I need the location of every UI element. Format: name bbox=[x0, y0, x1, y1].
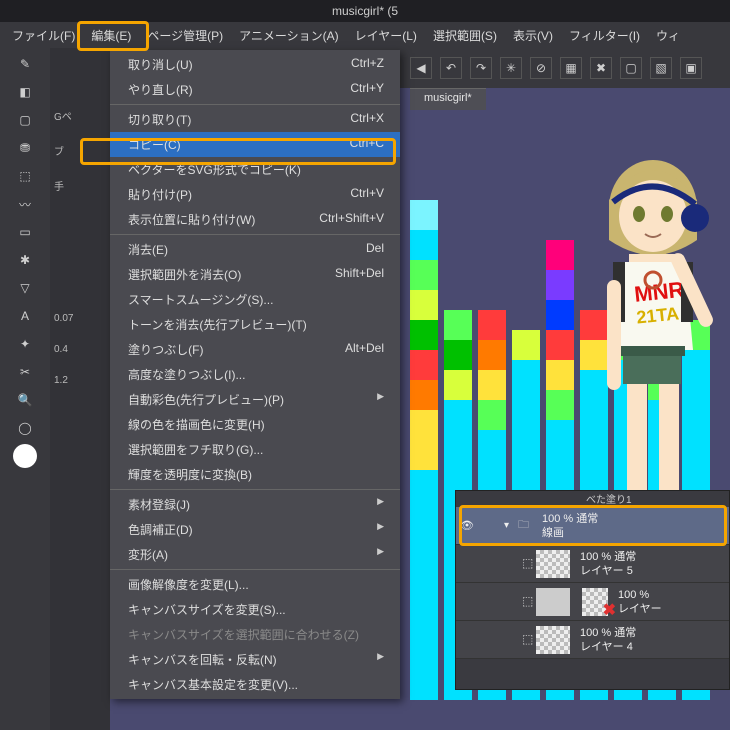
text-tool-icon[interactable]: A bbox=[13, 304, 37, 328]
cube-icon: ⬚ bbox=[522, 632, 533, 646]
wand-tool-icon[interactable]: ✦ bbox=[13, 332, 37, 356]
layer-mask-thumbnail: ✖ bbox=[582, 588, 608, 616]
menu-item-cut[interactable]: 切り取り(T)Ctrl+X bbox=[110, 107, 400, 132]
eraser-tool-icon[interactable]: ◧ bbox=[13, 80, 37, 104]
menu-item-smart-smooth[interactable]: スマートスムージング(S)... bbox=[110, 287, 400, 312]
scissors-tool-icon[interactable]: ✂ bbox=[13, 360, 37, 384]
snap-box-icon[interactable]: ▣ bbox=[680, 57, 702, 79]
snap-diamond-icon[interactable]: ▧ bbox=[650, 57, 672, 79]
menu-item-erase-outside[interactable]: 選択範囲外を消去(O)Shift+Del bbox=[110, 262, 400, 287]
layer-row-5[interactable]: ⬚ 100 % 通常 レイヤー 5 bbox=[456, 545, 729, 583]
menu-layer[interactable]: レイヤー(L) bbox=[347, 23, 425, 48]
spray-tool-icon[interactable]: ✱ bbox=[13, 248, 37, 272]
pen-tool-icon[interactable]: ✎ bbox=[13, 52, 37, 76]
chevron-down-icon[interactable]: ▾ bbox=[504, 520, 518, 531]
menu-item-paste-at[interactable]: 表示位置に貼り付け(W)Ctrl+Shift+V bbox=[110, 207, 400, 232]
menu-filter[interactable]: フィルター(I) bbox=[561, 23, 648, 48]
marquee-tool-icon[interactable]: ▢ bbox=[13, 108, 37, 132]
menu-item-paste[interactable]: 貼り付け(P)Ctrl+V bbox=[110, 182, 400, 207]
prop-value-2: 0.4 bbox=[54, 344, 106, 355]
edit-dropdown-menu: 取り消し(U)Ctrl+Z やり直し(R)Ctrl+Y 切り取り(T)Ctrl+… bbox=[110, 50, 400, 699]
menu-item-color-correction[interactable]: 色調補正(D)▶ bbox=[110, 517, 400, 542]
layer-thumbnail: ⬚ bbox=[536, 588, 570, 616]
menu-item-canvas-settings[interactable]: キャンバス基本設定を変更(V)... bbox=[110, 672, 400, 697]
cube-icon: ⬚ bbox=[522, 556, 533, 570]
menu-item-outline-selection[interactable]: 選択範囲をフチ取り(G)... bbox=[110, 437, 400, 462]
layer-name-label: 線画 bbox=[542, 526, 729, 540]
circle-tool-icon[interactable]: ◯ bbox=[13, 416, 37, 440]
menu-item-copy-svg[interactable]: ベクターをSVG形式でコピー(K) bbox=[110, 157, 400, 182]
menu-edit[interactable]: 編集(E) bbox=[83, 23, 139, 48]
layer-row-group-lineart[interactable]: 👁 ▾ 🗀 100 % 通常 線画 bbox=[456, 507, 729, 545]
tool-properties: Gペ ブ 手 0.07 0.4 1.2 bbox=[50, 48, 110, 730]
canvas-character-illustration: MNRL 21TA bbox=[575, 150, 730, 510]
layer-opacity-label: 100 % 通常 bbox=[542, 512, 729, 526]
prop-te[interactable]: 手 bbox=[54, 178, 106, 193]
menu-item-erase-tone[interactable]: トーンを消去(先行プレビュー)(T) bbox=[110, 312, 400, 337]
layer-thumbnail: ⬚ bbox=[536, 550, 570, 578]
shape-tool-icon[interactable]: ▽ bbox=[13, 276, 37, 300]
prop-gpen[interactable]: Gペ bbox=[54, 108, 106, 123]
folder-icon: 🗀 bbox=[518, 516, 538, 535]
title-bar: musicgirl* (5 bbox=[0, 0, 730, 22]
layer-row-hidden[interactable]: ⬚ ✖ 100 % レイヤー bbox=[456, 583, 729, 621]
menu-item-transform[interactable]: 変形(A)▶ bbox=[110, 542, 400, 567]
bucket-tool-icon[interactable]: ⛃ bbox=[13, 136, 37, 160]
layers-panel: べた塗り1 👁 ▾ 🗀 100 % 通常 線画 ⬚ 100 % 通常 レイヤー … bbox=[455, 490, 730, 690]
layer-opacity-label: 100 % bbox=[618, 588, 729, 602]
menu-item-canvas-size[interactable]: キャンバスサイズを変更(S)... bbox=[110, 597, 400, 622]
snap-cross-icon[interactable]: ✖ bbox=[590, 57, 612, 79]
layer-name-label: レイヤー 5 bbox=[580, 564, 729, 578]
layer-head-label: べた塗り1 bbox=[456, 491, 729, 507]
menu-item-brightness-alpha[interactable]: 輝度を透明度に変換(B) bbox=[110, 462, 400, 487]
layer-opacity-label: 100 % 通常 bbox=[580, 626, 729, 640]
prop-value-3: 1.2 bbox=[54, 375, 106, 386]
redo-icon[interactable]: ↷ bbox=[470, 57, 492, 79]
ruler-tool-icon[interactable]: ▭ bbox=[13, 220, 37, 244]
document-tab-label: musicgirl* bbox=[424, 92, 472, 104]
prop-bl[interactable]: ブ bbox=[54, 143, 106, 158]
zoom-tool-icon[interactable]: 🔍 bbox=[13, 388, 37, 412]
menu-item-undo[interactable]: 取り消し(U)Ctrl+Z bbox=[110, 52, 400, 77]
menu-item-material[interactable]: 素材登録(J)▶ bbox=[110, 492, 400, 517]
undo-icon[interactable]: ↶ bbox=[440, 57, 462, 79]
brush-tool-icon[interactable]: 〰 bbox=[13, 192, 37, 216]
menu-item-canvas-to-selection: キャンバスサイズを選択範囲に合わせる(Z) bbox=[110, 622, 400, 647]
visibility-icon[interactable]: 👁 bbox=[456, 519, 478, 532]
menu-window[interactable]: ウィ bbox=[648, 23, 688, 48]
menu-item-line-color[interactable]: 線の色を描画色に変更(H) bbox=[110, 412, 400, 437]
fg-color-swatch[interactable] bbox=[13, 444, 37, 468]
cube-tool-icon[interactable]: ⬚ bbox=[13, 164, 37, 188]
menu-item-redo[interactable]: やり直し(R)Ctrl+Y bbox=[110, 77, 400, 102]
layer-thumbnail: ⬚ bbox=[536, 626, 570, 654]
wait-icon[interactable]: ✳ bbox=[500, 57, 522, 79]
snap-grid-icon[interactable]: ▦ bbox=[560, 57, 582, 79]
document-tab[interactable]: musicgirl* bbox=[410, 88, 486, 110]
menu-item-image-resolution[interactable]: 画像解像度を変更(L)... bbox=[110, 572, 400, 597]
cube-icon: ⬚ bbox=[522, 594, 533, 608]
menu-item-adv-fill[interactable]: 高度な塗りつぶし(I)... bbox=[110, 362, 400, 387]
layer-name-label: レイヤー bbox=[618, 602, 729, 616]
menu-file[interactable]: ファイル(F) bbox=[4, 23, 83, 48]
menu-item-fill[interactable]: 塗りつぶし(F)Alt+Del bbox=[110, 337, 400, 362]
tool-palette: ✎ ◧ ▢ ⛃ ⬚ 〰 ▭ ✱ ▽ A ✦ ✂ 🔍 ◯ bbox=[0, 48, 50, 730]
nav-left-icon[interactable]: ◀ bbox=[410, 57, 432, 79]
menu-bar: ファイル(F) 編集(E) ページ管理(P) アニメーション(A) レイヤー(L… bbox=[0, 22, 730, 48]
clear-icon[interactable]: ⊘ bbox=[530, 57, 552, 79]
menu-item-erase[interactable]: 消去(E)Del bbox=[110, 237, 400, 262]
menu-anim[interactable]: アニメーション(A) bbox=[231, 23, 347, 48]
snap-square-icon[interactable]: ▢ bbox=[620, 57, 642, 79]
menu-item-auto-color[interactable]: 自動彩色(先行プレビュー)(P)▶ bbox=[110, 387, 400, 412]
menu-view[interactable]: 表示(V) bbox=[505, 23, 561, 48]
prop-value-1: 0.07 bbox=[54, 313, 106, 324]
layer-row-4[interactable]: ⬚ 100 % 通常 レイヤー 4 bbox=[456, 621, 729, 659]
layer-name-label: レイヤー 4 bbox=[580, 640, 729, 654]
menu-select[interactable]: 選択範囲(S) bbox=[425, 23, 505, 48]
menu-item-canvas-rotate[interactable]: キャンバスを回転・反転(N)▶ bbox=[110, 647, 400, 672]
menu-page[interactable]: ページ管理(P) bbox=[139, 23, 231, 48]
menu-item-copy[interactable]: コピー(C)Ctrl+C bbox=[110, 132, 400, 157]
disabled-icon: ✖ bbox=[603, 600, 616, 620]
layer-opacity-label: 100 % 通常 bbox=[580, 550, 729, 564]
